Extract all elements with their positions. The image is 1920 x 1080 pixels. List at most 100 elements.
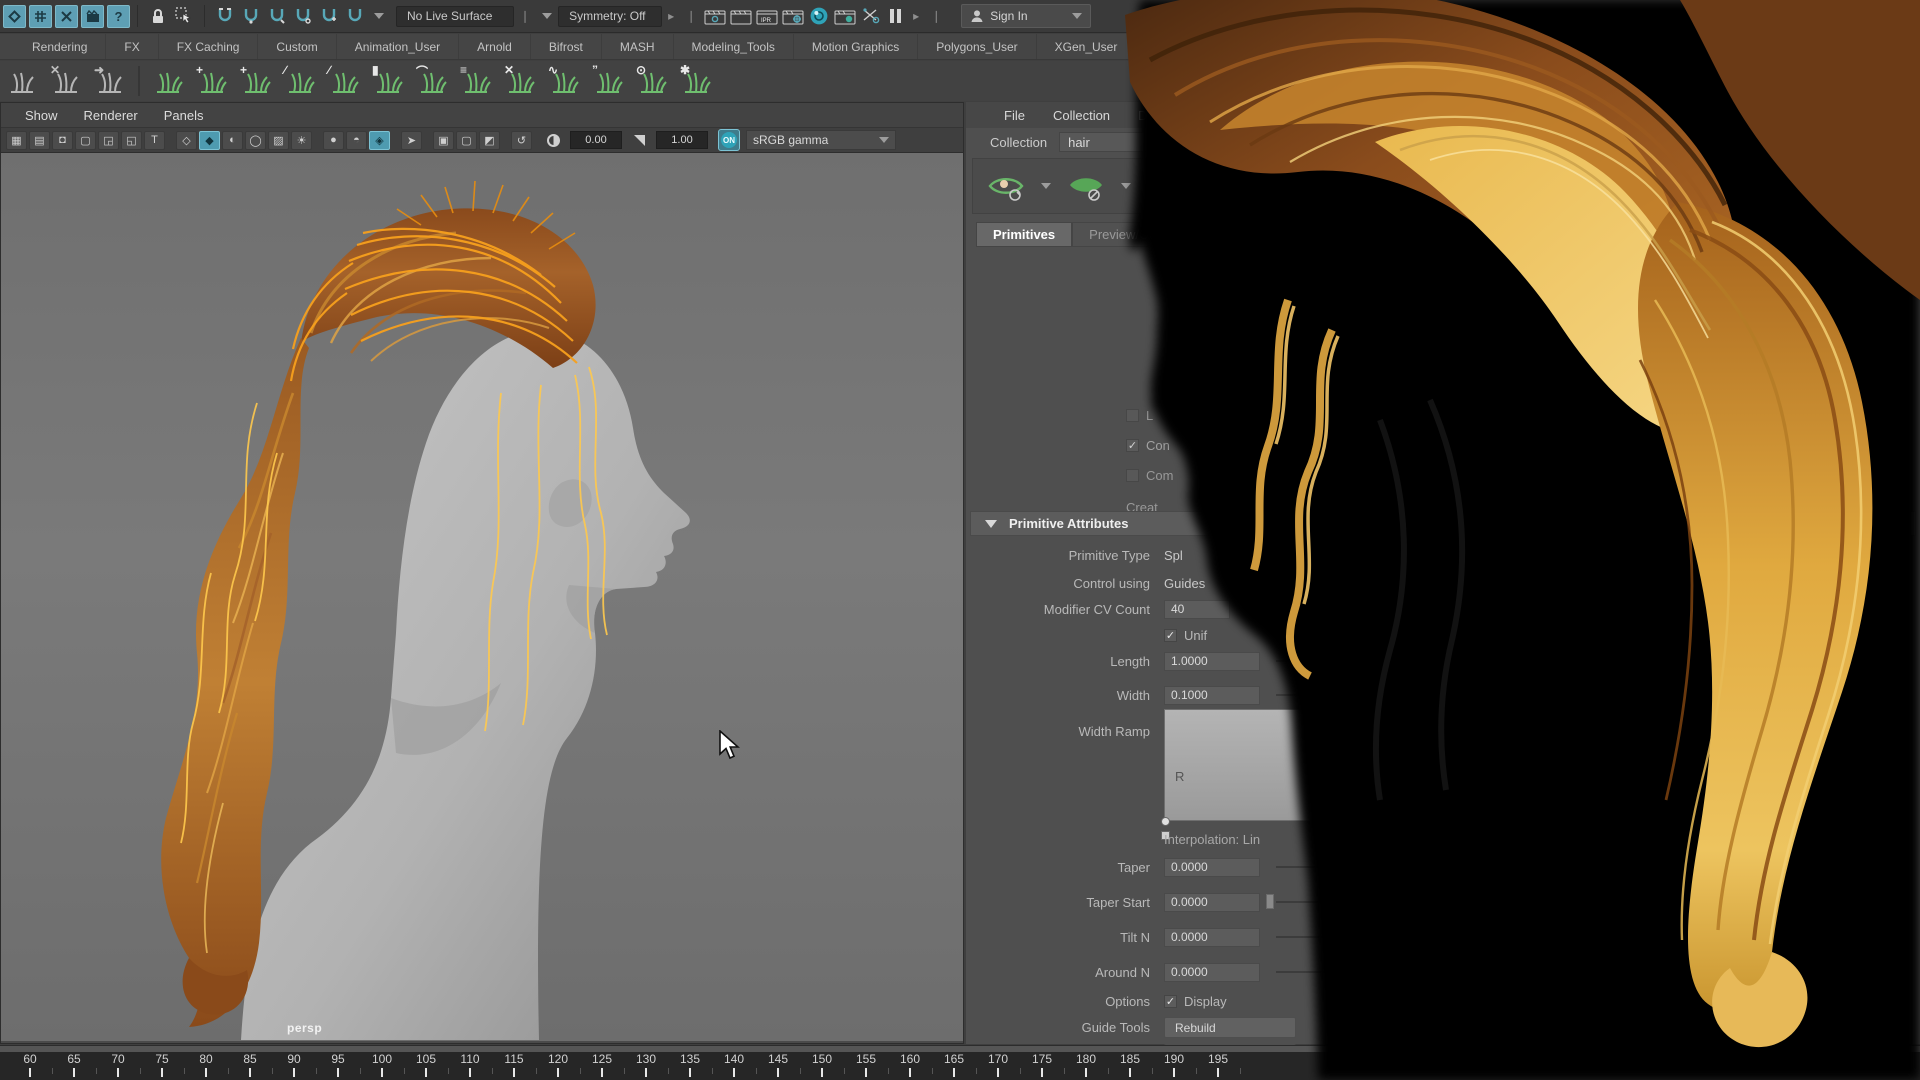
timeline-tick[interactable]: 65 — [52, 1052, 96, 1077]
snap-magnet-icon[interactable] — [291, 4, 315, 28]
shelf-tab[interactable]: Modeling_Tools — [674, 34, 794, 59]
timeline-tick[interactable]: 185 — [1108, 1052, 1152, 1077]
around-n-field[interactable]: 0.0000 — [1164, 963, 1260, 982]
xgen-shelf-tool-icon[interactable]: + — [236, 63, 276, 99]
viewport-tool-icon[interactable]: ◩ — [479, 131, 500, 150]
timeline-tick[interactable]: 115 — [492, 1052, 536, 1077]
tilt-n-field[interactable]: 0.0000 — [1164, 928, 1260, 947]
timeline-tick[interactable]: 110 — [448, 1052, 492, 1077]
clapper-icon[interactable] — [81, 5, 104, 28]
viewport-tool-icon[interactable]: ▣ — [433, 131, 454, 150]
arnold-sphere-icon[interactable] — [807, 4, 831, 28]
shelf-tab[interactable]: FX — [106, 34, 158, 59]
shelf-tab[interactable]: Custom — [258, 34, 336, 59]
attribute-checkbox-row[interactable]: Com — [1126, 465, 1173, 485]
cut-icon[interactable] — [55, 5, 78, 28]
add-description-icon[interactable] — [1148, 166, 1184, 206]
render-frame-icon[interactable] — [729, 4, 753, 28]
grid-icon[interactable] — [29, 5, 52, 28]
xgen-shelf-tool-icon[interactable]: ⌒ — [412, 63, 452, 99]
timeline-tick[interactable]: 100 — [360, 1052, 404, 1077]
xgen-tab[interactable]: Preview/Outp — [1072, 222, 1184, 247]
viewport-tool-icon[interactable]: ☀ — [291, 131, 312, 150]
primitive-type-value[interactable]: Spl — [1164, 548, 1183, 563]
live-surface-dropdown[interactable] — [542, 13, 552, 19]
viewport-tool-icon[interactable]: ● — [323, 131, 344, 150]
shelf-tab[interactable]: MASH — [602, 34, 674, 59]
taper-start-field[interactable]: 0.0000 — [1164, 893, 1260, 912]
pause-icon[interactable] — [890, 9, 901, 23]
xgen-shelf-tool-icon[interactable] — [2, 63, 42, 99]
timeline-tick[interactable]: 140 — [712, 1052, 756, 1077]
viewport-tool-icon[interactable]: T — [144, 131, 165, 150]
shelf-tab[interactable]: Arnold — [459, 34, 531, 59]
viewport-tool-icon[interactable]: ▨ — [268, 131, 289, 150]
time-slider-ruler[interactable]: 6065707580859095100105110115120125130135… — [0, 1052, 1920, 1080]
xgen-shelf-tool-icon[interactable]: ∿ — [544, 63, 584, 99]
sign-in-button[interactable]: Sign In — [961, 4, 1091, 28]
viewport-tool-icon[interactable]: ▦ — [6, 131, 27, 150]
snap-magnet-icon[interactable] — [317, 4, 341, 28]
help-icon[interactable]: ? — [107, 5, 130, 28]
timeline-tick[interactable]: 195 — [1196, 1052, 1240, 1077]
gamma-field[interactable]: 1.00 — [656, 131, 708, 149]
timeline-tick[interactable]: 120 — [536, 1052, 580, 1077]
viewport-tool-icon[interactable]: ↺ — [511, 131, 532, 150]
viewport-tool-icon[interactable]: ◯ — [245, 131, 266, 150]
viewport-tool-icon[interactable]: ◐ — [222, 131, 243, 150]
timeline-tick[interactable]: 130 — [624, 1052, 668, 1077]
shelf-tab[interactable]: Motion Graphics — [794, 34, 918, 59]
viewport-menu-renderer[interactable]: Renderer — [84, 108, 138, 123]
xgen-shelf-tool-icon[interactable]: ▮ — [368, 63, 408, 99]
timeline-tick[interactable]: 125 — [580, 1052, 624, 1077]
xgen-shelf-tool-icon[interactable] — [148, 63, 188, 99]
xgen-shelf-tool-icon[interactable]: ∕ — [324, 63, 364, 99]
shelf-tab[interactable]: FX Caching — [159, 34, 259, 59]
timeline-tick[interactable]: 175 — [1020, 1052, 1064, 1077]
shelf-tab[interactable]: XGen — [1136, 34, 1204, 59]
timeline-tick[interactable]: 60 — [8, 1052, 52, 1077]
render-sequence-icon[interactable] — [833, 4, 857, 28]
length-field[interactable]: 1.0000 — [1164, 652, 1260, 671]
range-slider-strip[interactable] — [0, 1045, 1920, 1052]
length-slider[interactable] — [1276, 660, 1466, 662]
xgen-tab[interactable]: Primitives — [976, 222, 1072, 247]
timeline-tick[interactable]: 155 — [844, 1052, 888, 1077]
timeline-tick[interactable]: 105 — [404, 1052, 448, 1077]
taper-field[interactable]: 0.0000 — [1164, 858, 1260, 877]
viewport-tool-icon[interactable]: ◈ — [369, 131, 390, 150]
collection-name-field[interactable]: hair — [1059, 132, 1239, 152]
node-cut-icon[interactable] — [859, 4, 883, 28]
snap-magnet-icon[interactable] — [343, 4, 367, 28]
timeline-tick[interactable]: 90 — [272, 1052, 316, 1077]
viewport-tool-icon[interactable]: ▢ — [75, 131, 96, 150]
width-field[interactable]: 0.1000 — [1164, 686, 1260, 705]
around-n-slider[interactable] — [1276, 971, 1466, 973]
taper-start-slider-handle[interactable] — [1266, 894, 1274, 909]
timeline-tick[interactable]: 145 — [756, 1052, 800, 1077]
xgen-shelf-tool-icon[interactable]: ✕ — [500, 63, 540, 99]
timeline-tick[interactable]: 190 — [1152, 1052, 1196, 1077]
gamma-icon[interactable] — [627, 128, 651, 152]
display-option[interactable]: Display — [1164, 994, 1227, 1009]
shelf-tab[interactable]: Bifrost — [531, 34, 602, 59]
viewport-tool-icon[interactable]: ◲ — [98, 131, 119, 150]
snap-magnet-icon[interactable] — [265, 4, 289, 28]
width-slider[interactable] — [1276, 694, 1466, 696]
timeline-tick[interactable]: 150 — [800, 1052, 844, 1077]
view-transform-dropdown[interactable]: sRGB gamma — [746, 130, 896, 150]
xgen-shelf-tool-icon[interactable]: ➜ — [90, 63, 130, 99]
viewport-canvas[interactable]: persp — [1, 153, 963, 1041]
symmetry-field[interactable]: Symmetry: Off — [558, 6, 662, 27]
viewport-tool-icon[interactable]: ▤ — [29, 131, 50, 150]
shelf-tab[interactable]: Yeti — [1204, 34, 1261, 59]
shelf-tab[interactable]: Polygons_User — [918, 34, 1036, 59]
width-ramp-widget[interactable]: R — [1164, 709, 1434, 821]
snap-options-dropdown[interactable] — [374, 13, 384, 19]
viewport-tool-icon[interactable]: ◘ — [52, 131, 73, 150]
viewport-tool-icon[interactable]: ◓ — [346, 131, 367, 150]
timeline-tick[interactable]: 75 — [140, 1052, 184, 1077]
taper-start-slider[interactable] — [1276, 901, 1466, 903]
snap-magnet-icon[interactable] — [239, 4, 263, 28]
timeline-tick[interactable]: 70 — [96, 1052, 140, 1077]
